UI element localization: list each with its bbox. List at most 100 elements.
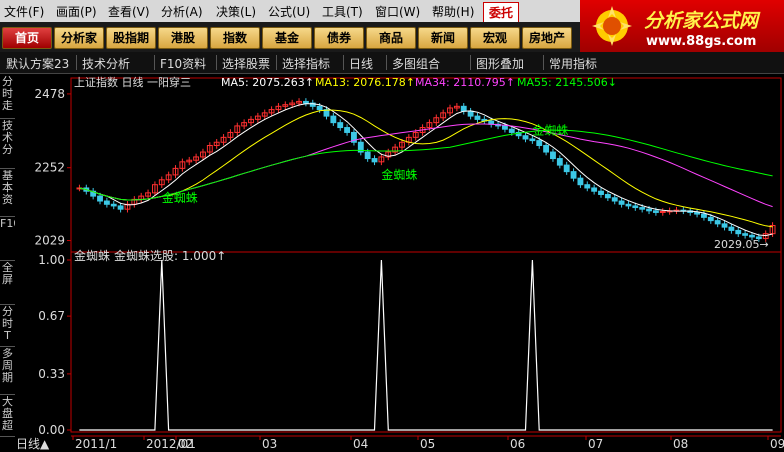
indicator-tick-label: 1.00 xyxy=(38,253,65,267)
candle-body xyxy=(714,220,721,225)
candle-body xyxy=(522,135,529,140)
brand-banner: 分析家公式网 www.88gs.com xyxy=(580,0,784,52)
indicator-name: 金蜘蛛 xyxy=(74,248,110,263)
candle-body xyxy=(646,208,652,212)
toolbar-item-5[interactable]: 日线 xyxy=(349,55,373,72)
candle-body xyxy=(529,138,536,142)
x-tick-label: 04 xyxy=(353,437,368,451)
candle-body xyxy=(302,100,309,104)
candle-body xyxy=(701,213,707,218)
nav-button-2[interactable]: 股指期 xyxy=(106,27,156,49)
side-tab-3[interactable]: F10 xyxy=(0,218,15,261)
candle-body xyxy=(749,234,755,238)
side-tab-6[interactable]: 多周期 xyxy=(0,348,15,395)
y-tick-label: 2478 xyxy=(34,87,65,101)
candle-body xyxy=(707,216,714,222)
nav-button-9[interactable]: 宏观 xyxy=(470,27,520,49)
candle-body xyxy=(577,177,584,186)
toolbar-item-0[interactable]: 默认方案23 xyxy=(6,55,69,72)
candle-body xyxy=(570,171,577,179)
candle-body xyxy=(337,122,344,129)
menu-item-6[interactable]: 工具(T) xyxy=(322,3,363,20)
candle-body xyxy=(735,229,742,235)
menu-item-4[interactable]: 决策(L) xyxy=(216,3,256,20)
x-tick-label: 09 xyxy=(770,437,784,451)
side-tab-0[interactable]: 分时走 xyxy=(0,76,15,119)
candle-body xyxy=(618,200,625,205)
toolbar-item-8[interactable]: 常用指标 xyxy=(549,55,597,72)
nav-button-4[interactable]: 指数 xyxy=(210,27,260,49)
candle-body xyxy=(501,125,508,130)
candle-body xyxy=(536,140,543,147)
toolbar-item-4[interactable]: 选择指标 xyxy=(282,55,330,72)
ma-label-1: MA13: 2076.178↑ xyxy=(315,76,415,89)
candle-body xyxy=(103,200,110,205)
menu-item-8[interactable]: 帮助(H) xyxy=(432,3,474,20)
side-tab-4[interactable]: 全屏 xyxy=(0,262,15,305)
nav-button-3[interactable]: 港股 xyxy=(158,27,208,49)
indicator-tick-label: 0.00 xyxy=(38,423,65,437)
brand-logo-icon xyxy=(592,6,632,46)
candle-body xyxy=(467,110,474,117)
signal-label: 金蜘蛛 xyxy=(381,167,417,182)
toolbar-separator xyxy=(216,55,217,70)
candle-body xyxy=(591,187,598,192)
candle-body xyxy=(344,127,351,133)
nav-button-0[interactable]: 首页 xyxy=(2,27,52,49)
toolbar-item-2[interactable]: F10资料 xyxy=(160,55,206,72)
signal-label: 金蜘蛛 xyxy=(532,123,568,138)
toolbar-separator xyxy=(386,55,387,70)
y-tick-label: 2252 xyxy=(34,161,65,175)
delegate-button[interactable]: 委托 xyxy=(483,2,520,23)
ma55-line xyxy=(79,129,773,201)
candle-body xyxy=(728,226,735,231)
toolbar-item-1[interactable]: 技术分析 xyxy=(82,55,130,72)
toolbar-separator xyxy=(470,55,471,70)
ma-label-2: MA34: 2110.795↑ xyxy=(415,76,515,89)
x-tick-label: 03 xyxy=(262,437,277,451)
nav-button-1[interactable]: 分析家 xyxy=(54,27,104,49)
candle-body xyxy=(117,205,124,210)
menu-item-0[interactable]: 文件(F) xyxy=(4,3,44,20)
menu-item-2[interactable]: 查看(V) xyxy=(108,3,150,20)
nav-button-6[interactable]: 债券 xyxy=(314,27,364,49)
nav-button-7[interactable]: 商品 xyxy=(366,27,416,49)
low-price-label: 2029.05→ xyxy=(714,238,769,251)
x-tick-label: 05 xyxy=(420,437,435,451)
candle-body xyxy=(110,203,117,207)
period-label[interactable]: 日线▲ xyxy=(16,437,50,451)
side-tab-1[interactable]: 技术分 xyxy=(0,120,15,169)
menu-item-3[interactable]: 分析(A) xyxy=(161,3,203,20)
side-tab-7[interactable]: 大盘超 xyxy=(0,396,15,437)
indicator-formula-label: 金蜘蛛选股: 1.000↑ xyxy=(114,248,226,263)
ma-label-0: MA5: 2075.263↑ xyxy=(221,76,314,89)
candle-body xyxy=(556,158,563,166)
nav-button-5[interactable]: 基金 xyxy=(262,27,312,49)
main-chart-title: 上证指数 日线 一阳穿三 xyxy=(74,75,191,89)
toolbar-separator xyxy=(343,55,344,70)
toolbar-item-6[interactable]: 多图组合 xyxy=(392,55,440,72)
signal-label: 金蜘蛛 xyxy=(162,190,198,205)
x-tick-label: 07 xyxy=(588,437,603,451)
candle-body xyxy=(316,105,323,111)
candle-body xyxy=(543,145,550,153)
menu-item-1[interactable]: 画面(P) xyxy=(56,3,97,20)
nav-button-10[interactable]: 房地产 xyxy=(522,27,572,49)
menu-item-7[interactable]: 窗口(W) xyxy=(375,3,420,20)
side-tab-2[interactable]: 基本资 xyxy=(0,170,15,217)
candle-body xyxy=(371,158,378,163)
candle-body xyxy=(584,184,591,189)
brand-url: www.88gs.com xyxy=(646,34,757,49)
candle-body xyxy=(460,105,467,112)
menu-item-5[interactable]: 公式(U) xyxy=(268,3,310,20)
x-tick-label: 06 xyxy=(510,437,525,451)
nav-button-8[interactable]: 新闻 xyxy=(418,27,468,49)
toolbar-separator xyxy=(76,55,77,70)
toolbar-item-3[interactable]: 选择股票 xyxy=(222,55,270,72)
side-tab-5[interactable]: 分时T xyxy=(0,306,15,347)
toolbar-item-7[interactable]: 图形叠加 xyxy=(476,55,524,72)
ma5-line xyxy=(79,103,773,237)
candle-body xyxy=(474,115,481,120)
candle-body xyxy=(598,190,604,195)
x-tick-label: 08 xyxy=(673,437,688,451)
